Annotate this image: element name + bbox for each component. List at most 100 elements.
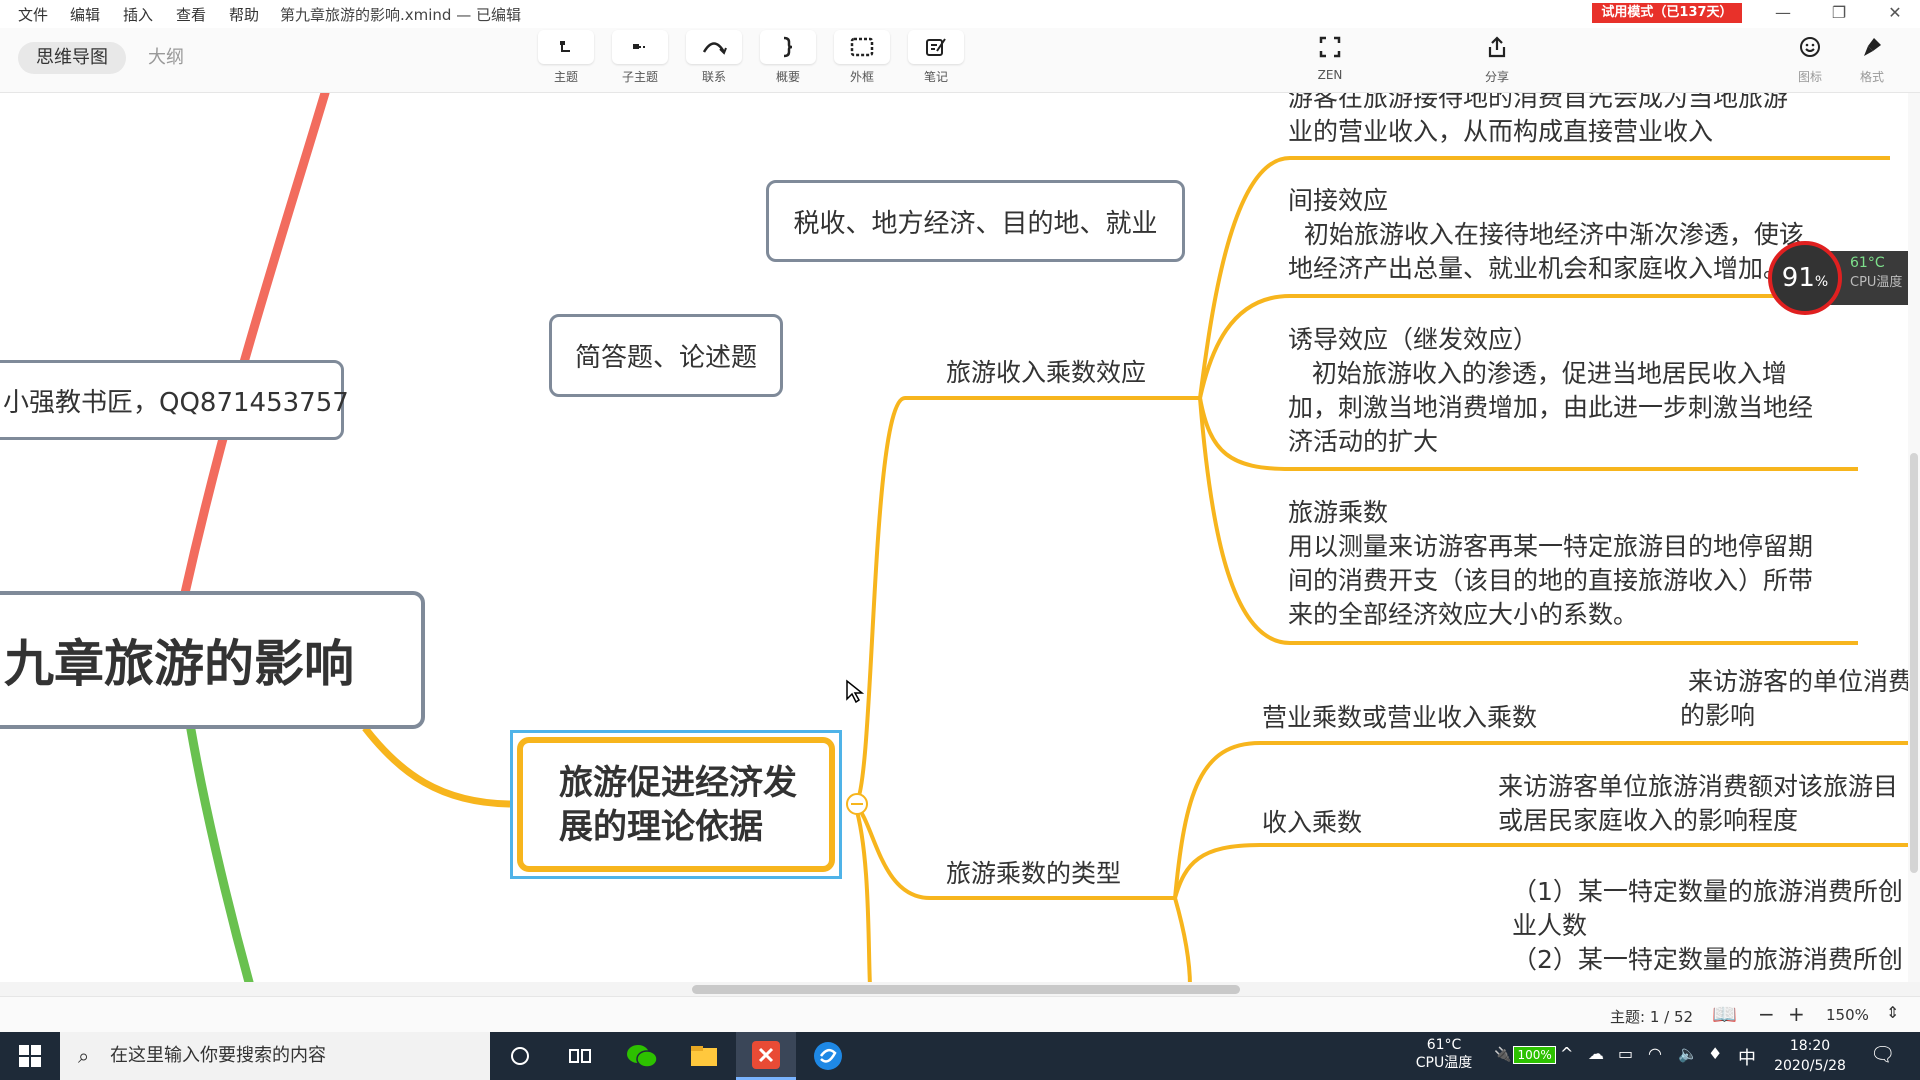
tray-mascot-icon[interactable]: ♦ [1708,1044,1722,1063]
minimize-icon[interactable]: — [1760,0,1806,28]
direct-effect-text[interactable]: 游客在旅游接待地的消费首先会成为当地旅游 业的营业收入，从而构成直接营业收入 [1288,93,1788,149]
battery-icon[interactable]: ▭ [1618,1044,1633,1063]
plug-icon: 🔌 [1494,1047,1512,1063]
mindmap-canvas[interactable]: 九章旅游的影响 小强教书匠，QQ871453757 税收、地方经济、目的地、就业… [0,93,1920,986]
taskbar-cpu-temp-value: 61°C [1426,1037,1462,1053]
horizontal-scrollbar[interactable] [0,982,1920,996]
boundary-button[interactable]: 外框 [832,30,892,85]
ime-indicator[interactable]: 中 [1738,1044,1756,1070]
trial-mode-badge[interactable]: 试用模式（已137天） [1592,3,1742,23]
sales-multiplier-text[interactable]: 来访游客的单位消费 的影响 [1680,665,1913,733]
search-icon: ⌕ [78,1044,90,1068]
fullscreen-icon [1302,30,1358,64]
note-button[interactable]: 笔记 [906,30,966,85]
menu-insert[interactable]: 插入 [123,4,153,25]
clock-date: 2020/5/28 [1774,1058,1846,1074]
green-branch-line [180,692,255,986]
xmind-taskbar-icon[interactable] [736,1032,796,1080]
clock-time: 18:20 [1789,1038,1831,1054]
induced-effect-text[interactable]: 诱导效应（继发效应） 初始旅游收入的渗透，促进当地居民收入增 加，刺激当地消费增… [1288,323,1813,459]
branch-multiplier-effect[interactable]: 旅游收入乘数效应 [946,353,1146,389]
icons-label: 图标 [1797,70,1822,84]
notification-center-icon[interactable]: 🗨 [1870,1042,1895,1066]
tray-app-icon[interactable]: ☁ [1588,1044,1604,1063]
toolbar: 思维导图 大纲 主题 子主题 联系 概要 外框 笔记 ZEN 分享 图标 格式 [0,28,1920,93]
battery-indicator[interactable]: 🔌 100% [1494,1046,1556,1064]
zoom-stepper-icon[interactable]: ⇕ [1886,1003,1899,1022]
tab-outline[interactable]: 大纲 [130,42,202,74]
maximize-icon[interactable]: ❐ [1816,0,1862,28]
menu-view[interactable]: 查看 [176,4,206,25]
topic-label: 主题 [553,70,578,84]
cpu-usage-value: 91 [1781,263,1815,293]
tag-questions-text: 简答题、论述题 [574,343,757,373]
share-button[interactable]: 分享 [1467,30,1527,85]
close-icon[interactable]: ✕ [1872,0,1918,28]
tray-expand-icon[interactable]: ^ [1560,1044,1573,1063]
subtopic-button[interactable]: 子主题 [610,30,670,85]
tag-tax-text: 税收、地方经济、目的地、就业 [793,208,1158,239]
status-bar: 主题: 1 / 52 📖 − + 150% ⇕ [0,996,1920,1033]
format-panel-button[interactable]: 格式 [1842,30,1902,85]
central-topic[interactable]: 九章旅游的影响 [0,591,425,729]
central-to-main-line [362,725,511,808]
central-topic-text: 九章旅游的影响 [4,635,354,693]
start-button[interactable] [0,1032,60,1080]
horizontal-scroll-thumb[interactable] [692,985,1240,994]
income-multiplier-text[interactable]: 来访游客单位旅游消费额对该旅游目 或居民家庭收入的影响程度 [1498,770,1898,838]
topic-button[interactable]: 主题 [536,30,596,85]
contact-note-box[interactable]: 小强教书匠，QQ871453757 [0,360,349,440]
menu-help[interactable]: 帮助 [229,4,259,25]
main-topic[interactable]: 旅游促进经济发 展的理论依据 [517,737,835,872]
subtopic-label: 子主题 [621,70,658,84]
menu-edit[interactable]: 编辑 [70,4,100,25]
smiley-icon [1782,30,1838,64]
subtopic-icon [612,30,668,64]
employment-multiplier-text[interactable]: （1）某一特定数量的旅游消费所创 业人数 （2）某一特定数量的旅游消费所创 [1512,875,1903,977]
zoom-in-icon[interactable]: + [1788,1002,1805,1026]
zen-button[interactable]: ZEN [1300,30,1360,82]
zoom-level[interactable]: 150% [1826,1006,1869,1024]
zoom-out-icon[interactable]: − [1758,1002,1775,1026]
income-multiplier-label[interactable]: 收入乘数 [1262,803,1362,839]
document-title: 第九章旅游的影响.xmind — 已编辑 [280,6,521,24]
brush-icon [1844,30,1900,64]
task-view-icon[interactable] [550,1032,610,1080]
zen-label: ZEN [1317,68,1343,82]
wifi-icon[interactable]: ◠ [1648,1044,1662,1063]
wechat-icon[interactable] [612,1032,672,1080]
tourism-multiplier-text[interactable]: 旅游乘数 用以测量来访游客再某一特定旅游目的地停留期 间的消费开支（该目的地的直… [1288,496,1813,632]
clock[interactable]: 18:20 2020/5/28 [1770,1036,1850,1076]
vertical-scrollbar[interactable] [1908,93,1920,982]
relationship-icon [686,30,742,64]
battery-percent: 100% [1513,1046,1556,1064]
note-label: 笔记 [923,70,948,84]
tag-tax-box[interactable]: 税收、地方经济、目的地、就业 [766,180,1185,262]
vertical-scroll-thumb[interactable] [1910,453,1918,873]
tab-mindmap[interactable]: 思维导图 [18,42,126,74]
app-swirl-icon[interactable] [798,1032,858,1080]
topic-count: 主题: 1 / 52 [1610,1008,1694,1026]
taskbar-search-placeholder: 在这里输入你要搜索的内容 [110,1045,326,1066]
windows-logo-icon [19,1045,41,1067]
taskbar-search[interactable]: ⌕ 在这里输入你要搜索的内容 [60,1032,490,1080]
menu-bar: 文件 编辑 插入 查看 帮助 第九章旅游的影响.xmind — 已编辑 试用模式… [0,0,1920,28]
cortana-icon[interactable] [490,1032,550,1080]
sales-multiplier-label[interactable]: 营业乘数或营业收入乘数 [1262,698,1537,734]
main-to-effect-line [853,396,1200,806]
menu-file[interactable]: 文件 [18,4,48,25]
icons-panel-button[interactable]: 图标 [1780,30,1840,85]
file-explorer-icon[interactable] [674,1032,734,1080]
indirect-effect-text[interactable]: 间接效应 初始旅游收入在接待地经济中渐次渗透，使该 地经济产出总量、就业机会和家… [1288,184,1804,286]
boundary-label: 外框 [849,70,874,84]
share-label: 分享 [1484,70,1509,84]
outline-book-icon[interactable]: 📖 [1712,1002,1737,1026]
tag-questions-box[interactable]: 简答题、论述题 [549,314,783,397]
volume-icon[interactable]: 🔈 [1678,1044,1698,1063]
branch-multiplier-types[interactable]: 旅游乘数的类型 [946,854,1121,890]
summary-button[interactable]: 概要 [758,30,818,85]
relationship-button[interactable]: 联系 [684,30,744,85]
summary-label: 概要 [775,70,800,84]
boundary-icon [834,30,890,64]
cpu-monitor-widget[interactable]: 61°C CPU温度 91% [1768,241,1920,315]
